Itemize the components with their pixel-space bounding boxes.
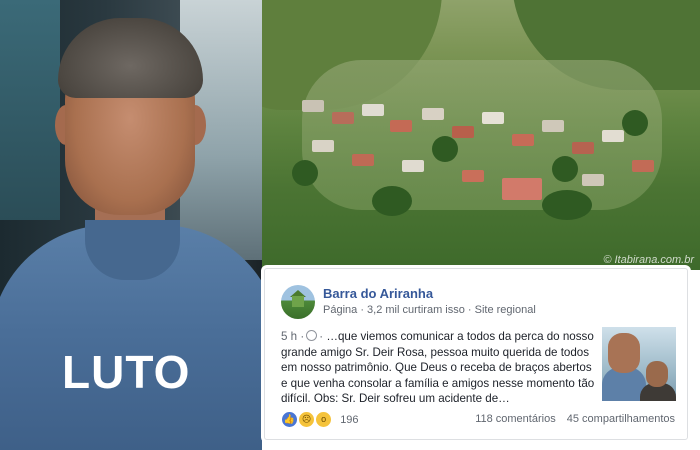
post-body: 5 h · · …que viemos comunicar a todos da …	[281, 329, 599, 407]
page-name-link[interactable]: Barra do Ariranha	[323, 286, 433, 301]
portrait-photo: LUTO	[0, 0, 262, 450]
overlay-title: LUTO	[62, 346, 191, 398]
page-type: Página	[323, 304, 358, 316]
page-likes[interactable]: 3,2 mil curtiram isso	[367, 304, 465, 316]
church-icon	[292, 296, 304, 307]
town-landscape-photo: © Itabirana.com.br	[262, 0, 700, 270]
globe-icon	[306, 330, 318, 341]
page-avatar[interactable]	[281, 285, 315, 319]
post-text: …que viemos comunicar a todos da perca d…	[281, 330, 595, 405]
background-wall	[0, 0, 60, 220]
sad-icon: ☹	[298, 411, 316, 428]
shares-count[interactable]: 45 compartilhamentos	[567, 413, 675, 425]
like-icon: 👍	[281, 411, 298, 428]
facebook-post-card: Barra do Ariranha Página · 3,2 mil curti…	[264, 268, 688, 440]
town-houses	[292, 90, 662, 220]
page-category[interactable]: Site regional	[475, 304, 536, 316]
post-stats: 118 comentários 45 compartilhamentos	[467, 413, 675, 425]
photo-person-face	[608, 333, 640, 373]
photo-person-face	[646, 361, 668, 387]
reactions-summary[interactable]: 👍 ☹ o 196	[281, 411, 359, 428]
wow-icon: o	[315, 411, 333, 428]
post-time[interactable]: 5 h	[281, 330, 297, 343]
post-photo-thumbnail[interactable]	[602, 327, 676, 401]
watermark: © Itabirana.com.br	[603, 254, 694, 266]
globe-icon-wrapper: · ·	[300, 330, 324, 343]
page-meta: Página · 3,2 mil curtiram isso · Site re…	[323, 304, 536, 316]
comments-count[interactable]: 118 comentários	[475, 413, 556, 425]
reaction-count: 196	[340, 413, 359, 426]
